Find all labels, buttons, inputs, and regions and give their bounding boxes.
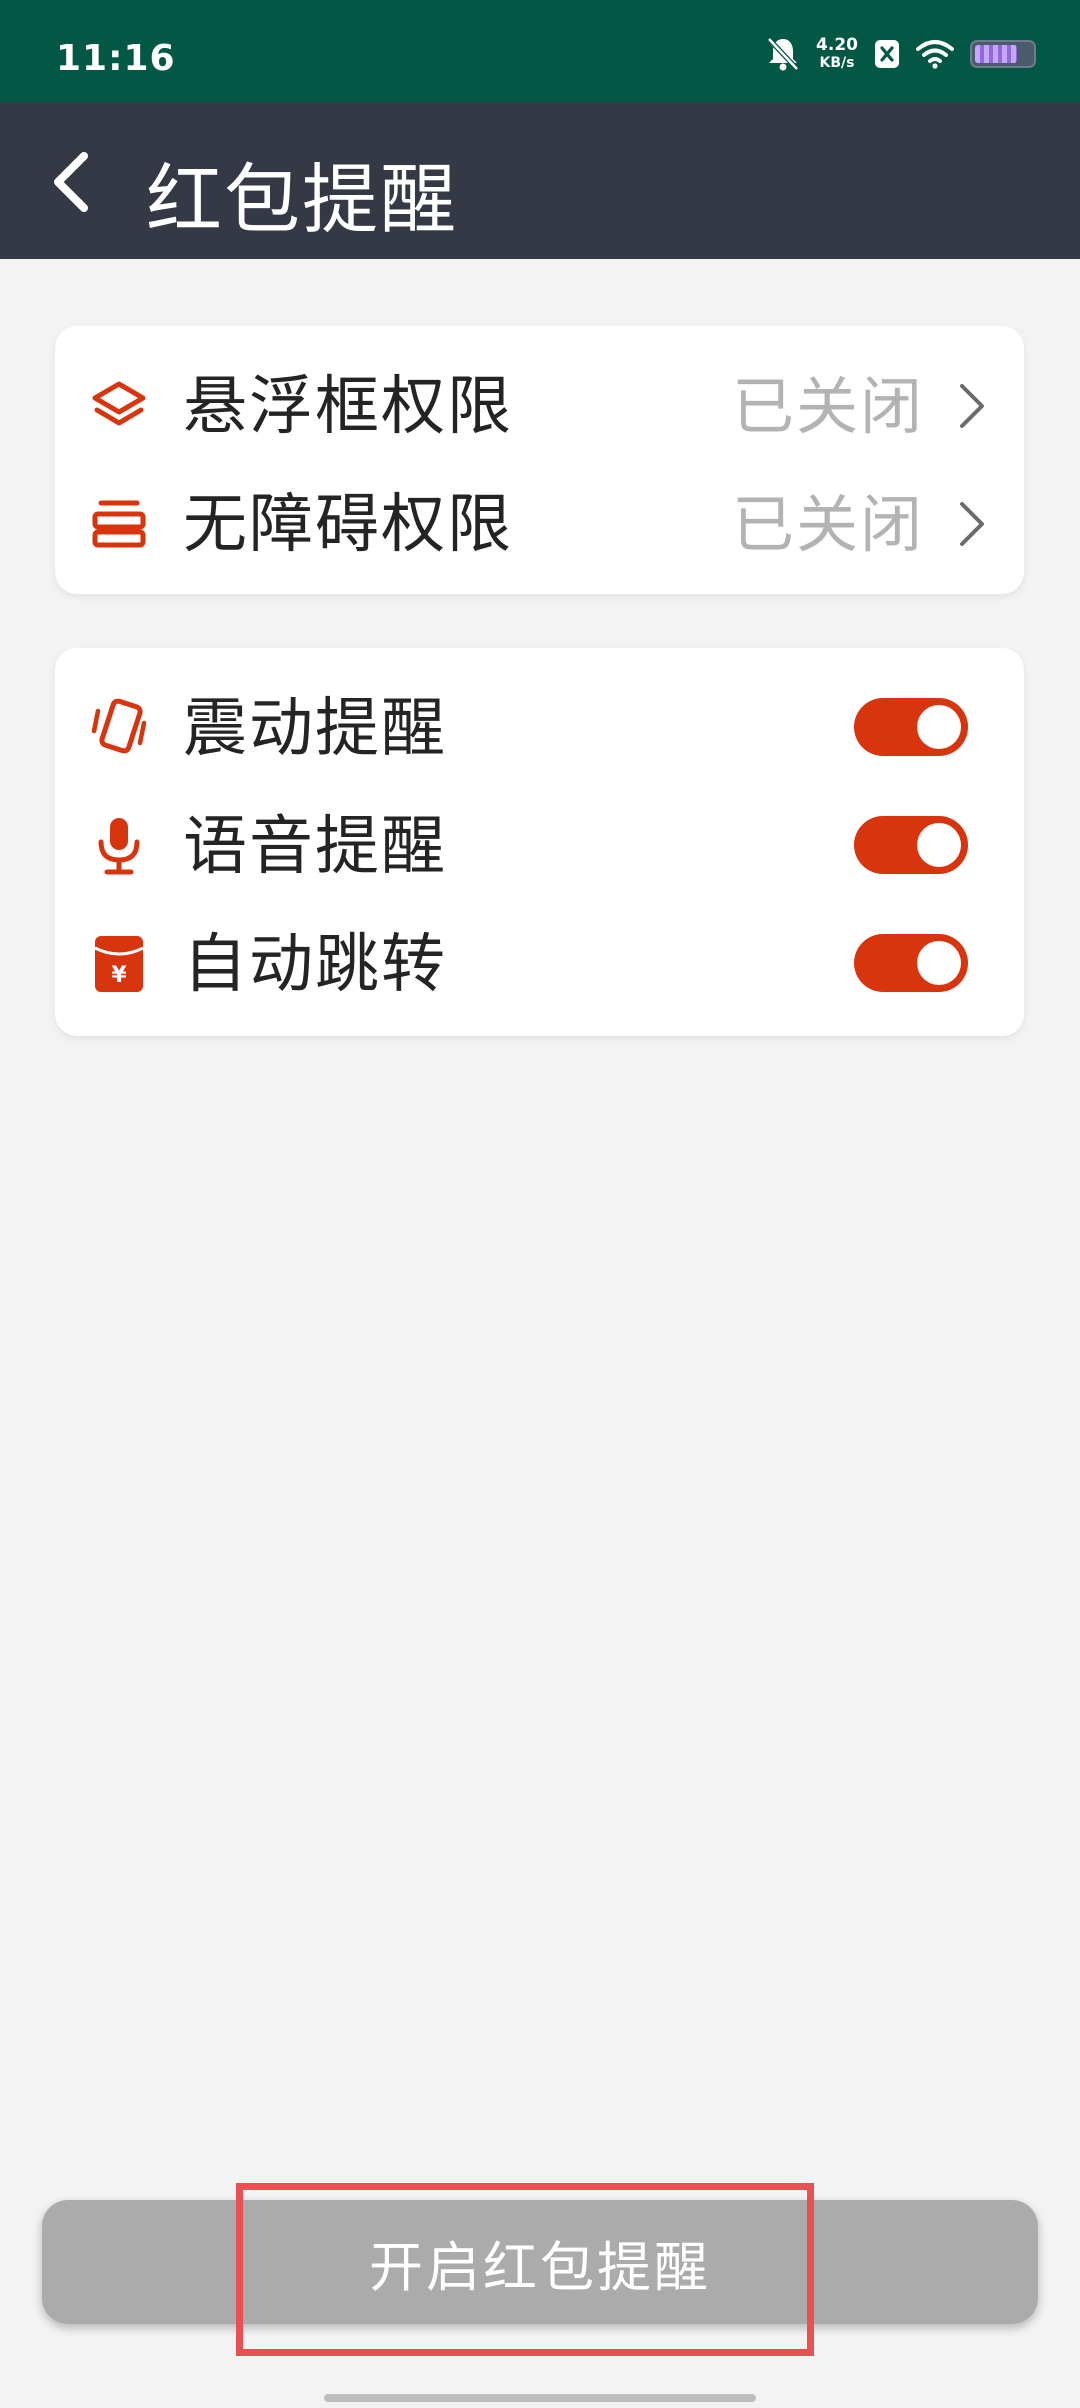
- status-time: 11:16: [56, 38, 176, 79]
- toggle-knob: [917, 941, 961, 985]
- battery-icon: [970, 40, 1036, 68]
- chevron-right-icon: [960, 384, 984, 428]
- net-speed: 4.20 KB/s: [816, 36, 858, 72]
- setting-label: 震动提醒: [183, 692, 447, 766]
- setting-row-voice: 语音提醒: [55, 786, 1024, 906]
- wifi-icon: [916, 40, 954, 69]
- chevron-left-icon: [54, 152, 88, 212]
- permission-label: 悬浮框权限: [183, 370, 513, 444]
- auto-jump-toggle[interactable]: [854, 934, 968, 992]
- red-envelope-icon: ¥: [94, 936, 144, 992]
- microphone-icon: [98, 818, 140, 875]
- setting-row-vibrate: 震动提醒: [55, 668, 1024, 788]
- vibrate-toggle[interactable]: [854, 698, 968, 756]
- page-title: 红包提醒: [146, 155, 458, 244]
- net-speed-value: 4.20: [816, 35, 858, 55]
- permissions-card: 悬浮框权限 已关闭 无障碍权限 已关闭: [55, 326, 1024, 594]
- layers-icon: [92, 381, 146, 426]
- setting-label: 自动跳转: [183, 928, 447, 1002]
- permission-label: 无障碍权限: [183, 488, 513, 562]
- toggle-knob: [917, 705, 961, 749]
- setting-row-auto-jump: ¥ 自动跳转: [55, 904, 1024, 1024]
- permission-row-accessibility[interactable]: 无障碍权限 已关闭: [55, 464, 1024, 584]
- chevron-right-icon: [960, 502, 984, 546]
- home-indicator: [324, 2394, 756, 2402]
- permission-status: 已关闭: [731, 488, 924, 561]
- permission-status: 已关闭: [731, 370, 924, 443]
- vibrate-phone-icon: [91, 698, 147, 754]
- status-bar: 11:16 4.20 KB/s: [0, 0, 1080, 102]
- voice-toggle[interactable]: [854, 816, 968, 874]
- status-icons: 4.20 KB/s: [766, 34, 1036, 74]
- svg-text:¥: ¥: [111, 963, 127, 988]
- net-speed-unit: KB/s: [819, 55, 855, 71]
- permission-row-overlay[interactable]: 悬浮框权限 已关闭: [55, 346, 1024, 466]
- setting-label: 语音提醒: [183, 810, 447, 884]
- bell-muted-icon: [767, 37, 799, 71]
- close-box-icon: [875, 40, 899, 68]
- accessibility-icon: [92, 500, 146, 548]
- highlight-box: [236, 2183, 814, 2356]
- toggle-knob: [917, 823, 961, 867]
- app-bar: 红包提醒: [0, 102, 1080, 259]
- back-button[interactable]: [24, 134, 120, 230]
- settings-card: 震动提醒 语音提醒 ¥ 自动跳转: [55, 648, 1024, 1036]
